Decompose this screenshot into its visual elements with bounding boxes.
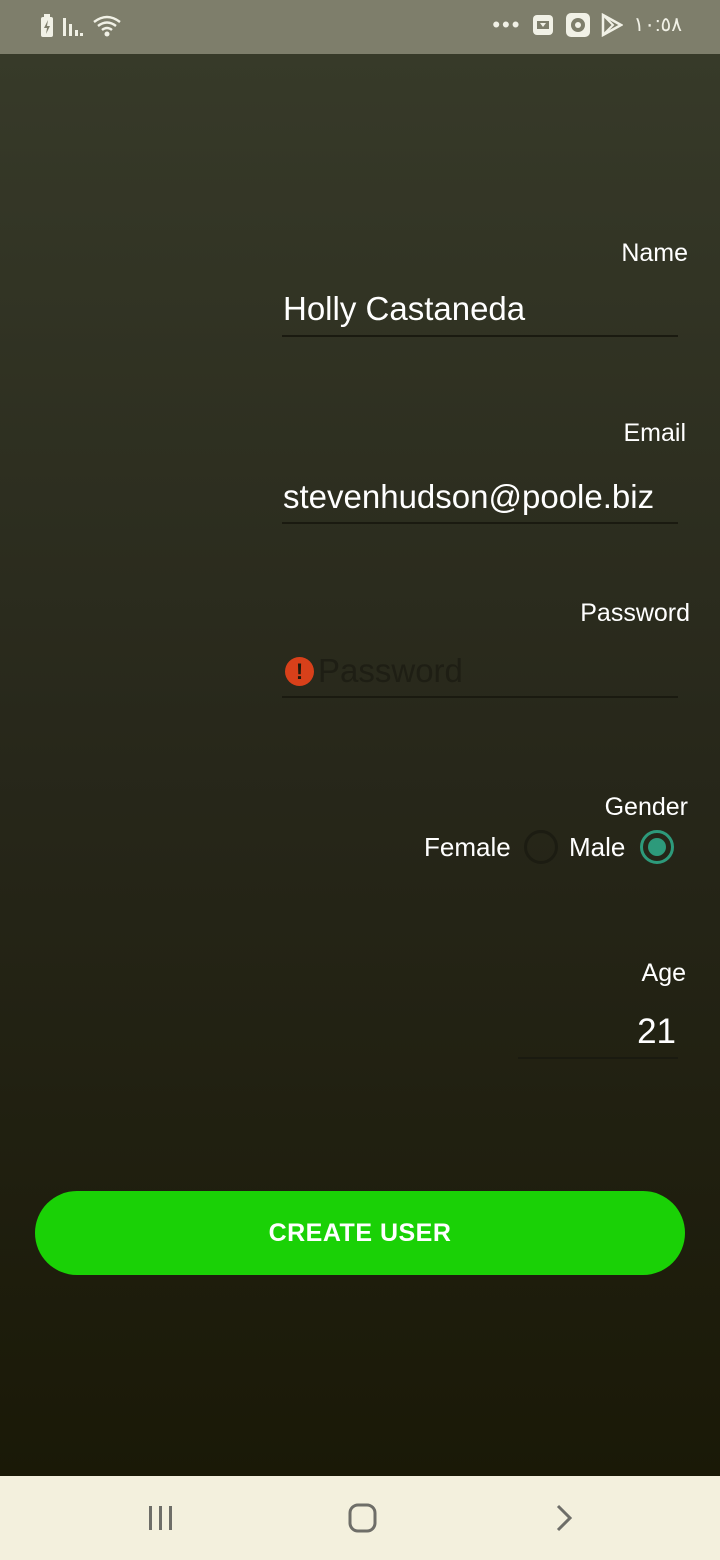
radio-female[interactable] [524, 830, 558, 864]
email-label: Email [623, 419, 686, 447]
status-time: ١٠:٥٨ [633, 14, 682, 36]
navigation-bar [0, 1476, 720, 1560]
home-icon[interactable] [342, 1498, 382, 1538]
name-label: Name [621, 239, 688, 267]
notification-icon [566, 13, 591, 37]
age-label: Age [641, 959, 686, 987]
name-field[interactable]: Holly Castaneda [283, 290, 677, 328]
age-field[interactable]: 21 [637, 1012, 676, 1052]
create-user-button[interactable]: CREATE USER [35, 1191, 685, 1275]
name-field-underline [282, 335, 678, 337]
status-bar: ••• ١٠:٥٨ [0, 0, 720, 54]
error-icon: ! [285, 657, 314, 686]
download-icon [533, 15, 554, 35]
password-field-underline [282, 696, 678, 698]
recents-icon[interactable] [141, 1498, 181, 1538]
radio-male[interactable] [640, 830, 674, 864]
wifi-icon [93, 15, 121, 37]
battery-charging-icon [41, 14, 53, 37]
password-label: Password [580, 599, 690, 627]
password-field[interactable]: Password [318, 652, 463, 690]
status-bar-left [40, 14, 122, 38]
overflow-dots: ••• [492, 12, 522, 37]
age-field-underline [518, 1057, 678, 1059]
radio-female-label[interactable]: Female [424, 832, 511, 863]
email-field[interactable]: stevenhudson@poole.biz [283, 478, 677, 516]
gender-label: Gender [604, 793, 688, 821]
status-bar-right: ••• ١٠:٥٨ [492, 12, 682, 38]
radio-male-label[interactable]: Male [569, 832, 625, 863]
play-store-icon [602, 13, 624, 37]
back-icon[interactable] [544, 1498, 584, 1538]
signal-icon [63, 18, 83, 36]
email-field-underline [282, 522, 678, 524]
